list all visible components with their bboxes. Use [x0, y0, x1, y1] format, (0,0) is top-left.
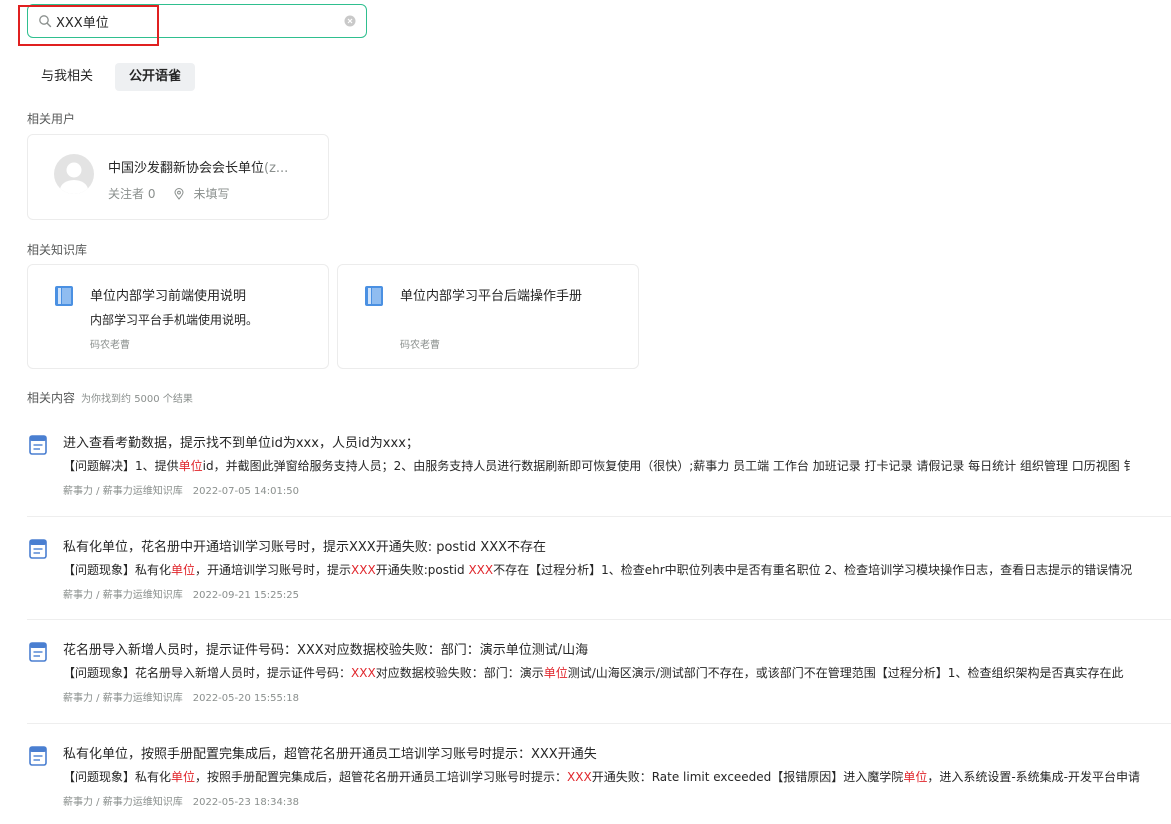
section-title-knowledge: 相关知识库	[27, 243, 88, 257]
knowledge-base-title[interactable]: 单位内部学习平台后端操作手册	[400, 285, 582, 304]
user-name-text: 中国沙发翻新协会会长单位	[108, 161, 265, 176]
snippet-highlight: 单位	[543, 666, 568, 680]
snippet-text: 【问题现象】私有化	[63, 770, 172, 784]
user-name[interactable]: 中国沙发翻新协会会长单位(z...	[108, 157, 313, 176]
result-title[interactable]: 私有化单位，花名册中开通培训学习账号时，提示XXX开通失败: postid XX…	[63, 536, 546, 555]
clear-icon[interactable]	[344, 15, 356, 27]
section-title-content-label: 相关内容	[27, 391, 76, 405]
result-snippet: 【问题现象】花名册导入新增人员时，提示证件号码：XXX对应数据校验失败：部门：演…	[63, 664, 1123, 681]
user-login-truncated: (z...	[264, 161, 289, 176]
result-snippet: 【问题解决】1、提供单位id，并截图此弹窗给服务支持人员；2、由服务支持人员进行…	[63, 457, 1136, 474]
user-card[interactable]: 中国沙发翻新协会会长单位(z... 关注者 0 未填写	[27, 134, 329, 220]
result-snippet: 【问题现象】私有化单位，开通培训学习账号时，提示XXX开通失败:postid X…	[63, 561, 1132, 578]
book-icon	[55, 286, 73, 306]
tab-public-yuque[interactable]: 公开语雀	[115, 63, 196, 91]
snippet-text: ，按照手册配置完集成后，超管花名册开通员工培训学习账号时提示：	[195, 770, 568, 784]
snippet-highlight: XXX	[468, 563, 494, 577]
document-icon	[29, 746, 47, 766]
result-source[interactable]: 薪事力 / 薪事力运维知识库	[63, 797, 183, 808]
default-avatar-icon	[60, 162, 88, 194]
result-title[interactable]: 私有化单位，按照手册配置完集成后，超管花名册开通员工培训学习账号时提示：XXX开…	[63, 743, 597, 762]
result-meta: 薪事力 / 薪事力运维知识库 2022-05-20 15:55:18	[63, 689, 299, 704]
section-title-users: 相关用户	[27, 112, 76, 126]
book-icon	[365, 286, 383, 306]
snippet-text: 测试/山海区演示/测试部门不存在，或该部门不在管理范围【过程分析】1、检查组织架…	[567, 666, 1124, 680]
divider	[27, 723, 1171, 724]
search-icon	[39, 15, 52, 28]
location-icon	[174, 187, 184, 200]
result-time: 2022-07-05 14:01:50	[192, 486, 299, 497]
knowledge-base-owner: 码农老曹	[400, 340, 440, 351]
snippet-text: 开通失败:postid	[375, 563, 469, 577]
document-icon	[29, 642, 47, 662]
document-icon	[29, 435, 47, 455]
snippet-text: ，进入系统设置-系统集成-开发平台申请	[927, 770, 1140, 784]
result-time: 2022-05-23 18:34:38	[192, 797, 299, 808]
knowledge-base-description: 内部学习平台手机端使用说明。	[90, 313, 259, 327]
result-source[interactable]: 薪事力 / 薪事力运维知识库	[63, 486, 183, 497]
snippet-text: 开通失败：Rate limit exceeded【报错原因】进入魔学院	[591, 770, 904, 784]
result-snippet: 【问题现象】私有化单位，按照手册配置完集成后，超管花名册开通员工培训学习账号时提…	[63, 768, 1140, 785]
snippet-text: 对应数据校验失败：部门：演示	[375, 666, 544, 680]
snippet-highlight: XXX	[351, 563, 376, 577]
result-time: 2022-09-21 15:25:25	[192, 590, 299, 601]
user-location: 未填写	[193, 187, 230, 201]
knowledge-base-title[interactable]: 单位内部学习前端使用说明	[90, 285, 246, 304]
knowledge-base-owner: 码农老曹	[90, 340, 130, 351]
knowledge-base-card[interactable]: 单位内部学习前端使用说明 内部学习平台手机端使用说明。 码农老曹	[27, 264, 329, 369]
result-title[interactable]: 花名册导入新增人员时，提示证件号码：XXX对应数据校验失败：部门：演示单位测试/…	[63, 639, 588, 658]
snippet-highlight: 单位	[171, 563, 196, 577]
snippet-highlight: 单位	[903, 770, 928, 784]
snippet-text: 【问题现象】私有化	[63, 563, 172, 577]
scope-tabs: 与我相关 公开语雀	[27, 63, 196, 91]
search-input[interactable]	[56, 13, 344, 29]
tab-related-to-me[interactable]: 与我相关	[27, 63, 107, 91]
section-title-content: 相关内容 为你找到约 5000 个结果	[27, 389, 193, 406]
user-meta: 关注者 0 未填写	[108, 185, 229, 202]
document-icon	[29, 539, 47, 559]
result-time: 2022-05-20 15:55:18	[192, 693, 299, 704]
snippet-highlight: 单位	[171, 770, 196, 784]
result-count: 为你找到约 5000 个结果	[81, 394, 193, 405]
avatar	[54, 154, 94, 194]
knowledge-base-card[interactable]: 单位内部学习平台后端操作手册 码农老曹	[337, 264, 639, 369]
result-source[interactable]: 薪事力 / 薪事力运维知识库	[63, 590, 183, 601]
snippet-text: 【问题解决】1、提供	[63, 459, 179, 473]
snippet-highlight: XXX	[351, 666, 376, 680]
result-source[interactable]: 薪事力 / 薪事力运维知识库	[63, 693, 183, 704]
snippet-highlight: XXX	[567, 770, 592, 784]
snippet-text: 【问题现象】花名册导入新增人员时，提示证件号码：	[63, 666, 352, 680]
snippet-text: ，开通培训学习账号时，提示	[195, 563, 352, 577]
result-title[interactable]: 进入查看考勤数据，提示找不到单位id为xxx，人员id为xxx；	[63, 432, 419, 451]
snippet-text: id，并截图此弹窗给服务支持人员；2、由服务支持人员进行数据刷新即可恢复使用（很…	[202, 459, 1136, 473]
search-box[interactable]	[27, 4, 367, 38]
follower-count: 关注者 0	[108, 187, 156, 201]
divider	[27, 619, 1171, 620]
result-meta: 薪事力 / 薪事力运维知识库 2022-09-21 15:25:25	[63, 586, 299, 601]
divider	[27, 516, 1171, 517]
result-meta: 薪事力 / 薪事力运维知识库 2022-07-05 14:01:50	[63, 482, 299, 497]
result-meta: 薪事力 / 薪事力运维知识库 2022-05-23 18:34:38	[63, 793, 299, 808]
snippet-highlight: 单位	[178, 459, 203, 473]
snippet-text: 不存在【过程分析】1、检查ehr中职位列表中是否有重名职位 2、检查培训学习模块…	[493, 563, 1133, 577]
